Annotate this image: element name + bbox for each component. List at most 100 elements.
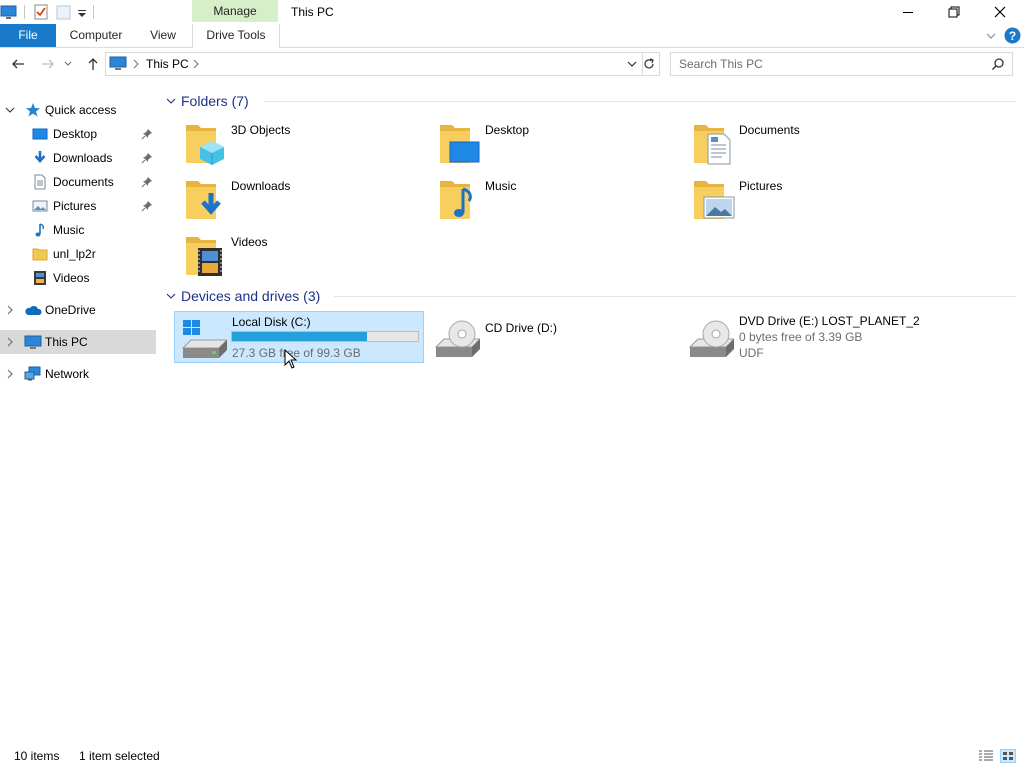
pin-icon[interactable]: [141, 176, 153, 188]
sidebar-item-desktop[interactable]: Desktop: [0, 122, 156, 146]
sidebar-item-quick-access[interactable]: Quick access: [0, 98, 156, 122]
drive-name: DVD Drive (E:) LOST_PLANET_2: [739, 314, 920, 328]
expand-ribbon-chevron-icon[interactable]: [984, 29, 998, 43]
folder-name: 3D Objects: [231, 123, 291, 137]
drive-free-space: 0 bytes free of 3.39 GB: [739, 330, 863, 344]
desktop-folder-icon: [436, 119, 484, 167]
ribbon-tab-bar: File Computer View Drive Tools ?: [0, 24, 1024, 48]
address-history-chevron-icon[interactable]: [626, 59, 638, 69]
restore-button[interactable]: [931, 0, 977, 24]
sidebar-item-videos[interactable]: Videos: [0, 266, 156, 290]
details-view-icon[interactable]: [978, 749, 994, 763]
sidebar-item-onedrive[interactable]: OneDrive: [0, 298, 156, 322]
window-title: This PC: [291, 5, 334, 19]
mouse-cursor-icon: [284, 349, 298, 369]
refresh-button[interactable]: [639, 52, 660, 76]
sidebar-item-label: Music: [53, 223, 85, 237]
sidebar-item-label: Videos: [53, 271, 90, 285]
search-icon[interactable]: [991, 57, 1005, 71]
new-folder-icon[interactable]: [55, 3, 73, 21]
tab-file[interactable]: File: [0, 24, 56, 47]
sidebar-item-label: unl_lp2r: [53, 247, 96, 261]
this-pc-app-icon[interactable]: [0, 3, 18, 21]
collapsed-chevron-icon[interactable]: [5, 305, 15, 315]
collapsed-chevron-icon[interactable]: [5, 369, 15, 379]
close-button[interactable]: [977, 0, 1023, 24]
group-collapse-chevron-icon[interactable]: [166, 96, 176, 106]
group-header-label: Folders (7): [181, 93, 249, 109]
search-input[interactable]: Search This PC: [670, 52, 1013, 76]
tab-view[interactable]: View: [137, 24, 189, 47]
pin-icon[interactable]: [141, 200, 153, 212]
downloads-icon: [32, 150, 48, 166]
breadcrumb-this-pc[interactable]: This PC: [146, 53, 189, 75]
qat-separator: [24, 5, 25, 19]
expanded-chevron-icon[interactable]: [5, 105, 15, 115]
sidebar-item-this-pc[interactable]: This PC: [0, 330, 156, 354]
folder-tile-music[interactable]: Music: [428, 173, 678, 225]
folder-tile-desktop[interactable]: Desktop: [428, 117, 678, 169]
cd-drive-icon: [432, 317, 480, 359]
folder-tile-videos[interactable]: Videos: [174, 229, 424, 281]
collapsed-chevron-icon[interactable]: [5, 337, 15, 347]
breadcrumb-separator-icon[interactable]: [192, 59, 200, 69]
group-header-label: Devices and drives (3): [181, 288, 321, 304]
folder-tile-3d-objects[interactable]: 3D Objects: [174, 117, 424, 169]
3d-objects-folder-icon: [182, 119, 230, 167]
sidebar-item-music[interactable]: Music: [0, 218, 156, 242]
windows-drive-icon: [179, 318, 227, 360]
sidebar-item-label: OneDrive: [45, 303, 96, 317]
folder-tile-documents[interactable]: Documents: [682, 117, 932, 169]
folder-name: Pictures: [739, 179, 783, 193]
address-bar[interactable]: This PC: [105, 52, 643, 76]
folder-name: Videos: [231, 235, 268, 249]
folder-name: Downloads: [231, 179, 291, 193]
back-button[interactable]: [8, 54, 28, 74]
sidebar-item-downloads[interactable]: Downloads: [0, 146, 156, 170]
svg-text:?: ?: [1009, 29, 1016, 43]
drive-tile-cd-drive-d[interactable]: CD Drive (D:): [428, 311, 678, 363]
sidebar-item-documents[interactable]: Documents: [0, 170, 156, 194]
group-header-divider: [264, 101, 1016, 102]
this-pc-icon: [109, 56, 127, 72]
folder-name: Documents: [739, 123, 800, 137]
tab-drive-tools[interactable]: Drive Tools: [192, 24, 280, 48]
group-header-devices-and-drives[interactable]: Devices and drives (3): [164, 286, 1016, 306]
sidebar-item-label: Downloads: [53, 151, 113, 165]
tab-computer[interactable]: Computer: [56, 24, 136, 47]
star-icon: [25, 102, 41, 118]
sidebar-item-label: Pictures: [53, 199, 97, 213]
pictures-icon: [32, 198, 48, 214]
breadcrumb-separator-icon[interactable]: [132, 59, 140, 69]
help-icon[interactable]: ?: [1004, 27, 1021, 44]
folder-tile-downloads[interactable]: Downloads: [174, 173, 424, 225]
drive-tile-local-disk-c[interactable]: Local Disk (C:) 27.3 GB free of 99.3 GB: [174, 311, 424, 363]
documents-folder-icon: [690, 119, 738, 167]
customize-qat-dropdown-icon[interactable]: [75, 3, 93, 21]
group-collapse-chevron-icon[interactable]: [166, 291, 176, 301]
music-icon: [32, 222, 48, 238]
sidebar-item-unl-lp2r[interactable]: unl_lp2r: [0, 242, 156, 266]
forward-button[interactable]: [38, 54, 58, 74]
this-pc-icon: [24, 334, 42, 350]
capacity-bar-fill: [232, 332, 367, 341]
group-header-folders[interactable]: Folders (7): [164, 91, 1016, 111]
folder-name: Music: [485, 179, 517, 193]
up-button[interactable]: [83, 54, 103, 74]
pin-icon[interactable]: [141, 152, 153, 164]
sidebar-item-network[interactable]: Network: [0, 362, 156, 386]
sidebar-item-pictures[interactable]: Pictures: [0, 194, 156, 218]
drive-tile-dvd-drive-e[interactable]: DVD Drive (E:) LOST_PLANET_2 0 bytes fre…: [682, 311, 932, 363]
recent-locations-chevron-icon[interactable]: [62, 54, 74, 74]
pin-icon[interactable]: [141, 128, 153, 140]
minimize-button[interactable]: [885, 0, 931, 24]
sidebar-item-label: This PC: [45, 335, 88, 349]
properties-icon[interactable]: [32, 3, 50, 21]
capacity-bar: [231, 331, 419, 342]
large-icons-view-icon[interactable]: [1000, 749, 1016, 763]
network-icon: [24, 366, 41, 382]
manage-context-header: Manage: [192, 0, 278, 22]
search-placeholder: Search This PC: [679, 57, 763, 71]
folder-name: Desktop: [485, 123, 530, 137]
folder-tile-pictures[interactable]: Pictures: [682, 173, 932, 225]
